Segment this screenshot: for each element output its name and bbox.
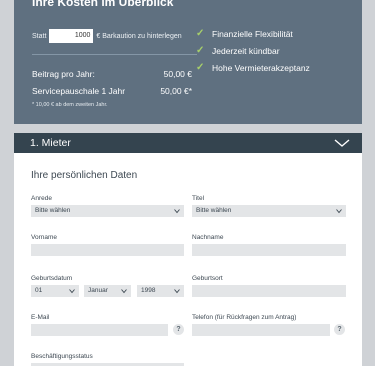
checkmark-icon: ✓: [196, 28, 205, 39]
anrede-label: Anrede: [31, 195, 52, 202]
titel-label: Titel: [192, 195, 205, 202]
checkmark-icon: ✓: [196, 45, 205, 56]
benefits-list: ✓ Finanzielle Flexibilität ✓ Jederzeit k…: [196, 25, 310, 76]
birth-month-select[interactable]: Januar: [84, 285, 131, 297]
email-help-icon[interactable]: ?: [173, 324, 184, 335]
telefon-help-icon[interactable]: ?: [334, 324, 345, 335]
section-title: 1. Mieter: [30, 137, 71, 149]
fee-label: Beitrag pro Jahr:: [32, 69, 95, 79]
geburtsort-label: Geburtsort: [192, 275, 223, 282]
form-heading: Ihre persönlichen Daten: [31, 170, 138, 181]
page: Ihre Kosten im Überblick Statt 1000 € Ba…: [0, 0, 375, 366]
chevron-down-icon: [121, 289, 127, 294]
birth-day-select[interactable]: 01: [31, 285, 79, 297]
nachname-label: Nachname: [192, 234, 224, 241]
deposit-prefix: Statt: [32, 32, 47, 40]
vorname-input[interactable]: [31, 244, 184, 256]
chevron-down-icon: [174, 209, 180, 214]
nachname-input[interactable]: [192, 244, 346, 256]
birth-year-select[interactable]: 1998: [137, 285, 184, 297]
personal-data-form: Ihre persönlichen Daten Anrede Bitte wäh…: [14, 153, 362, 366]
deposit-amount-input[interactable]: 1000: [49, 29, 94, 43]
geburtsdatum-label: Geburtsdatum: [31, 275, 73, 282]
chevron-down-icon: [336, 209, 342, 214]
fee-footnote: * 10,00 € ab dem zweiten Jahr.: [32, 102, 108, 108]
email-input[interactable]: [31, 324, 168, 336]
anrede-value: Bitte wählen: [35, 207, 71, 214]
email-label: E-Mail: [31, 314, 50, 321]
birth-year-value: 1998: [141, 287, 156, 294]
titel-select[interactable]: Bitte wählen: [192, 205, 346, 217]
summary-title: Ihre Kosten im Überblick: [32, 0, 174, 9]
fee-row-service: Servicepauschale 1 Jahr 50,00 €*: [32, 86, 192, 96]
chevron-down-icon: [69, 289, 75, 294]
cost-summary-panel: Ihre Kosten im Überblick Statt 1000 € Ba…: [14, 0, 362, 124]
deposit-row: Statt 1000 € Barkaution zu hinterlegen: [32, 29, 182, 43]
benefit-item: ✓ Finanzielle Flexibilität: [196, 25, 310, 42]
benefit-label: Hohe Vermieterakzeptanz: [212, 62, 310, 73]
geburtsort-input[interactable]: [192, 285, 346, 297]
chevron-down-icon: [174, 289, 180, 294]
fee-value: 50,00 €*: [160, 86, 192, 96]
checkmark-icon: ✓: [196, 62, 205, 73]
vorname-label: Vorname: [31, 234, 58, 241]
anrede-select[interactable]: Bitte wählen: [31, 205, 184, 217]
benefit-label: Jederzeit kündbar: [212, 45, 280, 56]
fee-label: Servicepauschale 1 Jahr: [32, 86, 126, 96]
beschaeftigung-label: Beschäftigungsstatus: [31, 353, 93, 360]
chevron-down-icon: [334, 139, 350, 147]
fee-row-annual: Beitrag pro Jahr: 50,00 €: [32, 69, 192, 79]
telefon-input[interactable]: [192, 324, 330, 336]
benefit-label: Finanzielle Flexibilität: [212, 28, 293, 39]
divider: [32, 54, 197, 55]
deposit-suffix: € Barkaution zu hinterlegen: [96, 32, 182, 40]
telefon-label: Telefon (für Rückfragen zum Antrag): [192, 314, 297, 321]
benefit-item: ✓ Jederzeit kündbar: [196, 42, 310, 59]
birth-day-value: 01: [35, 287, 43, 294]
titel-value: Bitte wählen: [196, 207, 232, 214]
section-header-mieter[interactable]: 1. Mieter: [14, 133, 362, 153]
fee-value: 50,00 €: [163, 69, 192, 79]
benefit-item: ✓ Hohe Vermieterakzeptanz: [196, 59, 310, 76]
birth-month-value: Januar: [88, 287, 108, 294]
